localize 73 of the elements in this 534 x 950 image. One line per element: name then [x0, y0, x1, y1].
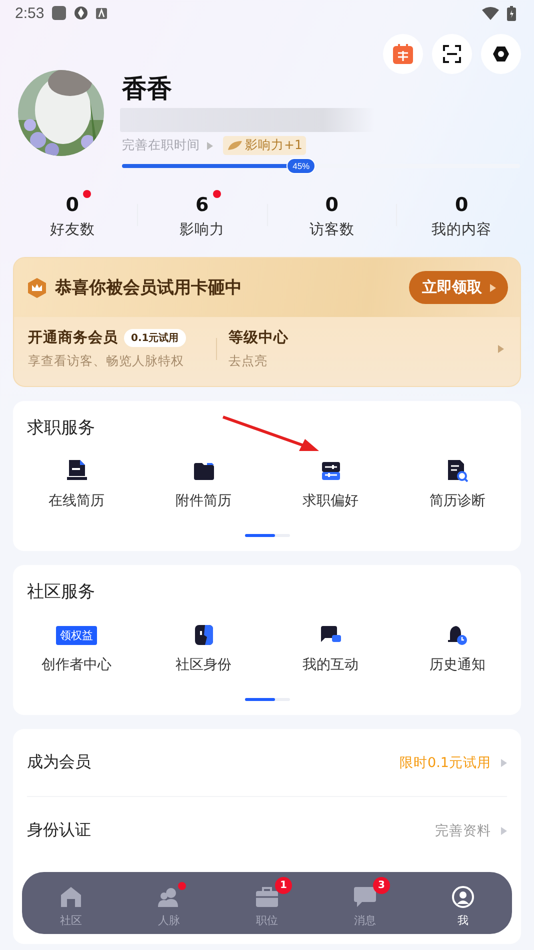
claim-button[interactable]: 立即领取 [409, 271, 508, 304]
stat-value[interactable]: 6 [184, 190, 221, 216]
list-item-label[interactable]: 身份认证 [27, 820, 91, 841]
trial-tag: 0.1元试用 [124, 328, 186, 346]
bell-icon [448, 626, 467, 644]
page-indicator [244, 534, 290, 537]
benefit-tag: 领权益 [56, 626, 97, 644]
stat-value[interactable]: 0 [443, 190, 480, 216]
leaf-icon [227, 140, 243, 151]
stat-label[interactable]: 我的内容 [432, 220, 492, 239]
user-name: 香香 [122, 73, 173, 105]
business-member-title[interactable]: 开通商务会员 [28, 328, 118, 347]
caret-icon [501, 826, 507, 834]
service-item[interactable]: 领权益 创作者中心 [13, 623, 140, 674]
check-in-button[interactable] [383, 34, 423, 74]
list-item-value: 限时0.1元试用 [400, 754, 491, 772]
people-icon [158, 887, 180, 907]
tab[interactable]: 1 职位 [240, 876, 294, 930]
face-profile-icon [194, 625, 212, 645]
service-item[interactable]: 在线简历 [13, 459, 140, 510]
service-item[interactable]: 社区身份 [140, 623, 267, 674]
level-center-title[interactable]: 等级中心 [228, 328, 498, 347]
business-member-subtitle: 享查看访客、畅览人脉特权 [28, 353, 185, 370]
section-title: 社区服务 [27, 581, 95, 603]
home-icon [61, 887, 81, 907]
service-item[interactable]: 附件简历 [140, 459, 267, 510]
list-item-label[interactable]: 成为会员 [27, 752, 91, 773]
service-item[interactable]: 简历诊断 [394, 459, 521, 510]
sliders-icon [322, 462, 340, 480]
briefcase-icon [256, 887, 278, 907]
stat-value[interactable]: 0 [313, 190, 350, 216]
crown-icon [28, 278, 46, 298]
notification-dot [82, 190, 91, 198]
calendar-icon [392, 43, 414, 65]
caret-icon [490, 284, 496, 292]
user-icon [452, 886, 474, 908]
caret-icon [498, 345, 504, 353]
stat-label[interactable]: 影响力 [180, 220, 225, 239]
chat-icon [320, 626, 340, 644]
caret-icon [501, 758, 507, 766]
stat-label[interactable]: 访客数 [309, 220, 354, 239]
caret-icon [207, 142, 213, 150]
section-title: 求职服务 [27, 417, 95, 439]
status-time: 2:53 [15, 4, 44, 22]
service-item[interactable]: 我的互动 [267, 623, 394, 674]
tab[interactable]: 我 [436, 876, 490, 930]
service-item[interactable]: 历史通知 [394, 623, 521, 674]
wifi-icon [482, 6, 499, 20]
notification-dot [212, 190, 221, 198]
document-search-icon [448, 460, 468, 482]
stat-label[interactable]: 好友数 [50, 220, 95, 239]
list-item-value: 完善资料 [435, 822, 491, 840]
page-indicator [244, 698, 290, 701]
scan-button[interactable] [432, 34, 472, 74]
influence-text: 影响力+1 [245, 137, 302, 154]
aperture-icon [74, 6, 88, 20]
vip-title: 恭喜你被会员试用卡砸中 [55, 277, 242, 299]
settings-icon [492, 45, 510, 63]
count-badge: 3 [373, 877, 390, 894]
keyboard-notification-icon [96, 8, 108, 18]
count-badge: 1 [275, 877, 292, 894]
settings-button[interactable] [481, 34, 521, 74]
progress-label: 45% [286, 158, 316, 174]
app-notification-icon [52, 6, 66, 20]
stat-value[interactable]: 0 [54, 190, 91, 216]
resume-icon [66, 460, 86, 482]
tab[interactable]: 3 消息 [338, 876, 392, 930]
scan-icon [443, 45, 461, 63]
service-item[interactable]: 求职偏好 [267, 459, 394, 510]
message-icon [354, 887, 376, 907]
level-center-subtitle: 去点亮 [228, 353, 269, 370]
folder-icon [194, 462, 214, 480]
battery-icon [507, 6, 516, 20]
